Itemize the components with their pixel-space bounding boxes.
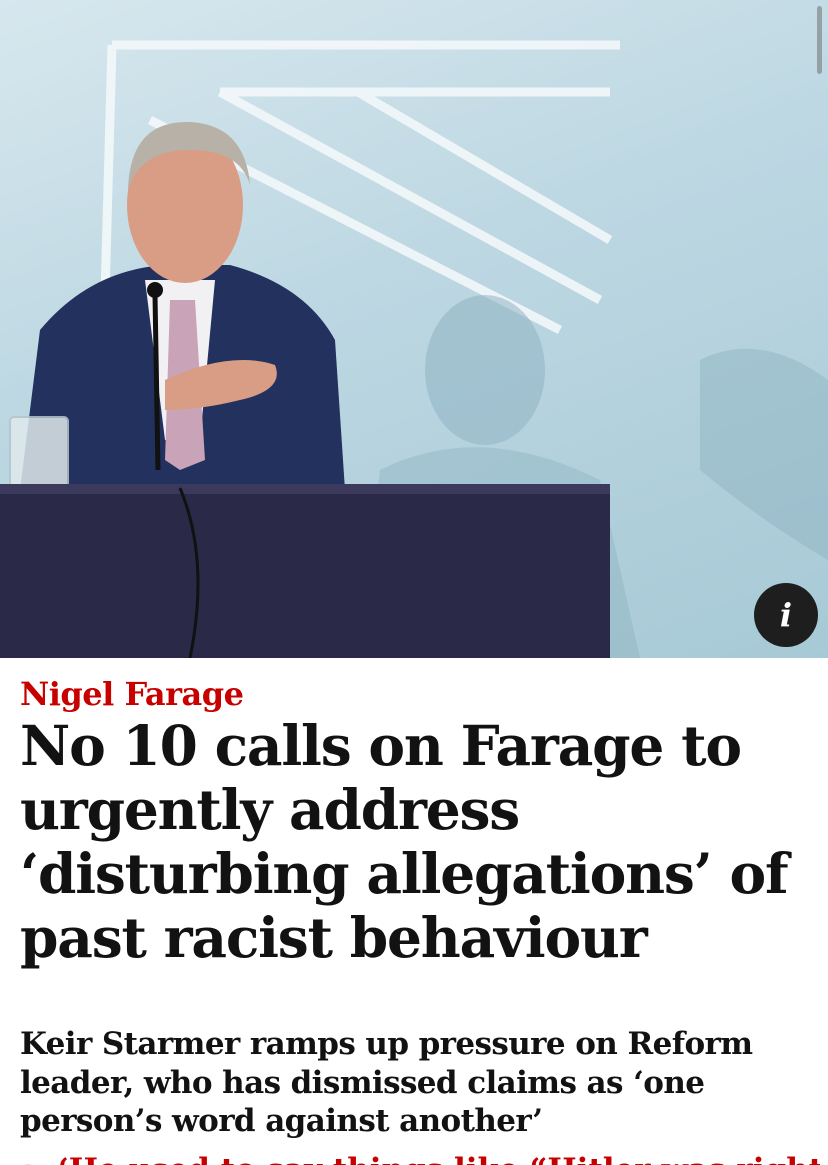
hero-photo: i bbox=[0, 0, 828, 658]
section-kicker-link[interactable]: Nigel Farage bbox=[20, 674, 244, 714]
hero-photo-illustration bbox=[0, 40, 828, 658]
next-item-text: ‘He used to say things like “Hitler was … bbox=[58, 1152, 820, 1165]
next-item-partial[interactable]: ‘He used to say things like “Hitler was … bbox=[20, 1150, 820, 1165]
article-headline: No 10 calls on Farage to urgently addres… bbox=[20, 713, 789, 970]
info-icon: i bbox=[779, 596, 793, 634]
scrollbar[interactable] bbox=[817, 6, 822, 74]
photo-info-button[interactable]: i bbox=[754, 583, 818, 647]
article-standfirst: Keir Starmer ramps up pressure on Reform… bbox=[20, 1026, 753, 1139]
